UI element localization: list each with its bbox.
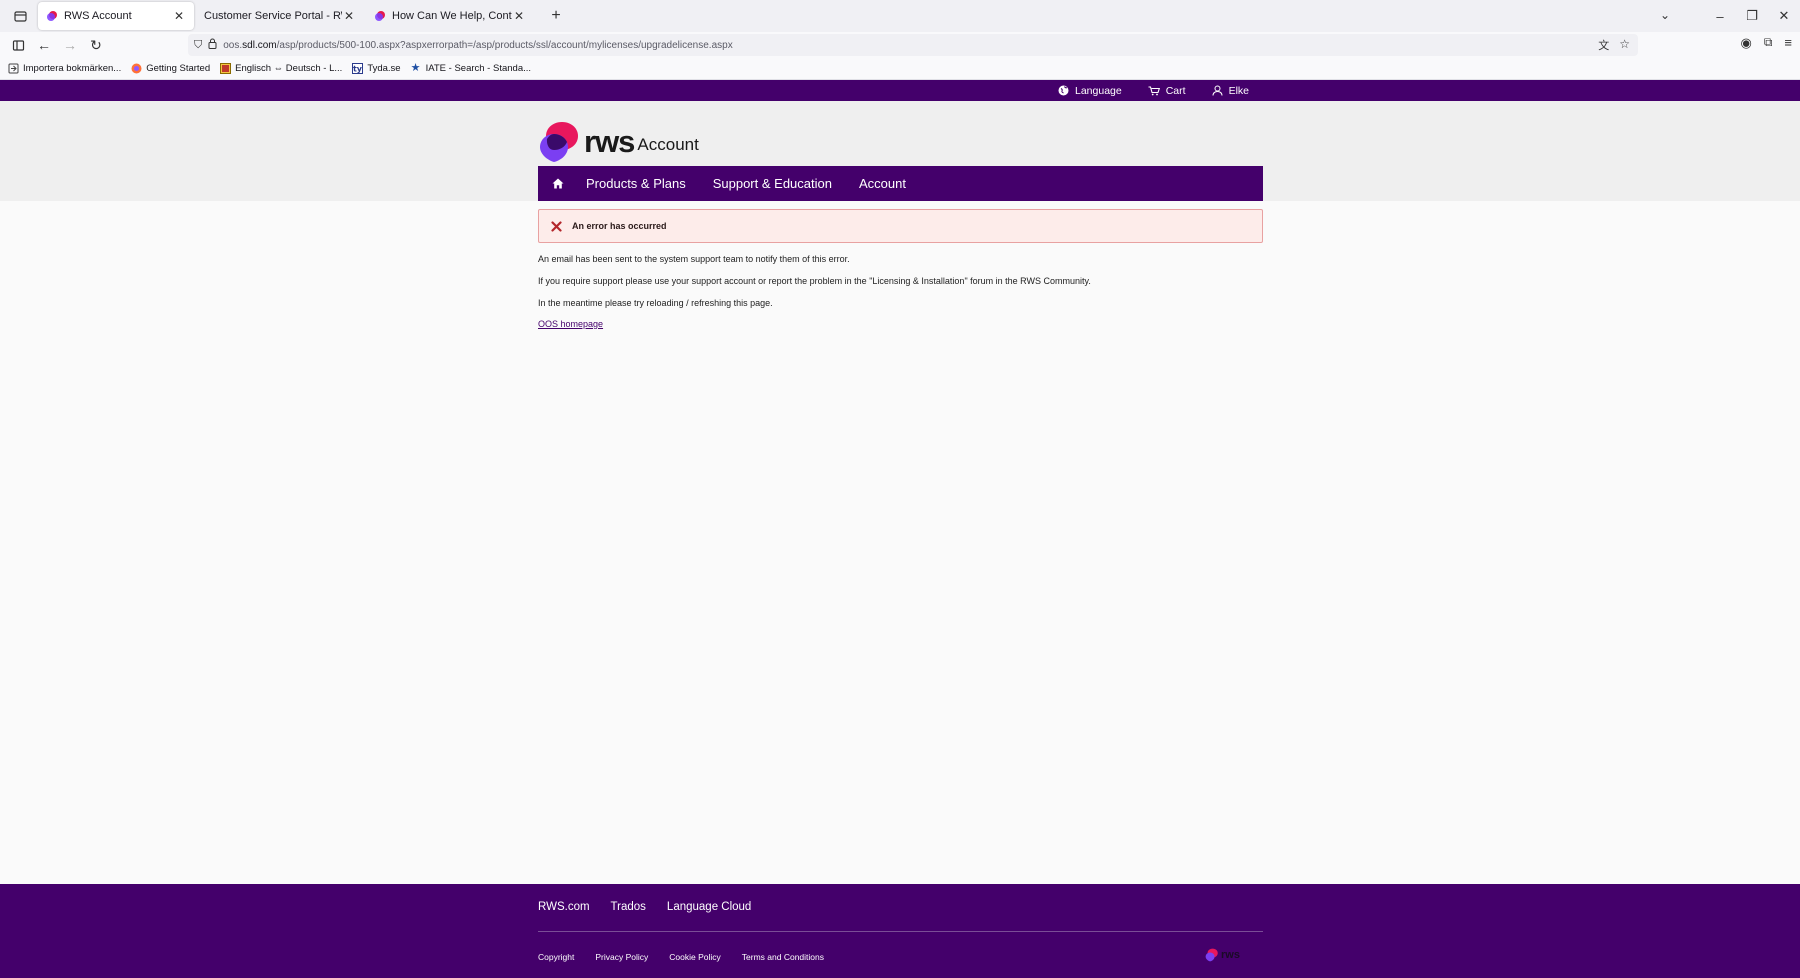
extensions-icon[interactable]: ⧉ — [1764, 35, 1773, 51]
bookmark-label: Importera bokmärken... — [23, 63, 122, 74]
star-icon: ★ — [410, 62, 421, 74]
rws-logo-icon — [1205, 948, 1218, 962]
rws-favicon-icon — [47, 11, 57, 21]
error-message-refresh: In the meantime please try reloading / r… — [538, 298, 773, 308]
main-navigation: Products & Plans Support & Education Acc… — [538, 166, 1263, 201]
sidebar-icon[interactable] — [5, 34, 31, 56]
minimize-icon[interactable]: – — [1704, 9, 1736, 24]
dictionary-icon — [220, 63, 232, 74]
tab-title: RWS Account — [64, 10, 132, 22]
cart-label: Cart — [1165, 84, 1186, 97]
browser-tab-bar: RWS Account ✕ Customer Service Portal - … — [0, 0, 1800, 32]
error-x-icon — [551, 220, 562, 232]
error-message-email: An email has been sent to the system sup… — [538, 254, 850, 264]
footer-link-language-cloud[interactable]: Language Cloud — [667, 901, 751, 913]
footer-link-privacy[interactable]: Privacy Policy — [595, 952, 648, 962]
bookmark-import[interactable]: Importera bokmärken... — [8, 63, 121, 74]
rws-account-logo[interactable]: rws Account — [538, 120, 699, 164]
bookmark-getting-started[interactable]: Getting Started — [131, 63, 210, 74]
user-name: Elke — [1228, 84, 1249, 97]
bookmark-label: IATE - Search - Standa... — [425, 63, 532, 74]
user-icon — [1212, 85, 1223, 96]
rws-favicon-icon — [375, 11, 385, 21]
logo-suffix: Account — [637, 135, 699, 154]
reload-icon[interactable]: ↻ — [83, 34, 109, 56]
error-message-support: If you require support please use your s… — [538, 276, 1091, 286]
url-bar[interactable]: ⛉ oos. sdl.com/asp/products/500-100.aspx?… — [188, 34, 1638, 56]
globe-icon — [1058, 85, 1069, 96]
error-title: An error has occurred — [572, 221, 667, 231]
close-window-icon[interactable]: ✕ — [1768, 8, 1800, 24]
url-prefix: oos. — [223, 39, 243, 51]
footer-link-cookie[interactable]: Cookie Policy — [669, 952, 721, 962]
bookmarks-bar: Importera bokmärken... Getting Started E… — [0, 58, 1800, 80]
lock-icon[interactable] — [208, 38, 217, 52]
tab-title: Customer Service Portal - RWS Cust — [204, 10, 342, 22]
cart-link[interactable]: Cart — [1148, 85, 1186, 97]
error-alert: An error has occurred — [538, 209, 1263, 243]
tyda-icon: ty — [352, 63, 364, 74]
import-icon — [8, 63, 19, 74]
tab-customer-service-portal[interactable]: Customer Service Portal - RWS Cust ✕ — [196, 2, 364, 30]
nav-item-support-education[interactable]: Support & Education — [713, 176, 832, 191]
rws-logo-icon — [540, 122, 578, 162]
translate-icon[interactable]: 文 — [1598, 37, 1609, 53]
close-tab-icon[interactable]: ✕ — [342, 9, 356, 23]
logo-wordmark: rws — [584, 124, 635, 159]
footer-link-terms[interactable]: Terms and Conditions — [742, 952, 824, 962]
oos-homepage-link[interactable]: OOS homepage — [538, 319, 603, 329]
footer-divider — [538, 931, 1263, 932]
language-link[interactable]: Language — [1058, 85, 1122, 97]
window-controls: – ❐ ✕ — [1704, 0, 1800, 32]
bookmark-label: Tyda.se — [367, 63, 401, 74]
menu-icon[interactable]: ≡ — [1784, 35, 1792, 51]
footer: RWS.com Trados Language Cloud Copyright … — [0, 884, 1800, 978]
cart-icon — [1148, 85, 1160, 95]
tab-title: How Can We Help, Contact Us — [392, 10, 512, 22]
bookmark-iate[interactable]: ★ IATE - Search - Standa... — [410, 62, 532, 75]
restore-icon[interactable]: ❐ — [1736, 8, 1768, 24]
close-tab-icon[interactable]: ✕ — [512, 9, 526, 23]
nav-item-account[interactable]: Account — [859, 176, 906, 191]
bookmark-label: Englisch ⇔ Deutsch - L... — [235, 63, 343, 74]
footer-link-trados[interactable]: Trados — [611, 901, 646, 913]
close-tab-icon[interactable]: ✕ — [172, 9, 186, 23]
footer-link-rws[interactable]: RWS.com — [538, 901, 590, 913]
url-host: sdl.com — [242, 39, 277, 51]
svg-text:ty: ty — [353, 65, 363, 74]
bookmark-dictionary[interactable]: Englisch ⇔ Deutsch - L... — [220, 63, 342, 74]
bookmark-star-icon[interactable]: ☆ — [1619, 37, 1630, 53]
home-icon[interactable] — [548, 178, 568, 189]
account-icon[interactable]: ◉ — [1740, 35, 1751, 51]
bookmark-label: Getting Started — [146, 63, 211, 74]
browser-toolbar: ← → ↻ ⛉ oos. sdl.com/asp/products/500-100… — [0, 32, 1800, 58]
new-tab-button[interactable]: + — [542, 2, 570, 30]
footer-link-copyright[interactable]: Copyright — [538, 952, 574, 962]
tab-rws-account[interactable]: RWS Account ✕ — [38, 2, 194, 30]
footer-rws-logo[interactable]: rws — [1205, 948, 1240, 962]
tab-list-icon[interactable] — [6, 2, 34, 30]
user-link[interactable]: Elke — [1212, 85, 1249, 97]
bookmark-tyda[interactable]: ty Tyda.se — [352, 63, 401, 74]
utility-bar: Language Cart Elke — [0, 80, 1800, 101]
firefox-icon — [131, 63, 142, 74]
shield-icon[interactable]: ⛉ — [194, 39, 202, 52]
url-path: /asp/products/500-100.aspx?aspxerrorpath… — [276, 39, 733, 51]
nav-item-products-plans[interactable]: Products & Plans — [586, 176, 686, 191]
language-label: Language — [1075, 84, 1122, 97]
chevron-down-icon[interactable]: ⌄ — [1660, 8, 1670, 22]
tab-contact-us[interactable]: How Can We Help, Contact Us ✕ — [366, 2, 534, 30]
footer-logo-wordmark: rws — [1221, 949, 1240, 961]
back-icon[interactable]: ← — [31, 34, 57, 56]
forward-icon[interactable]: → — [57, 34, 83, 56]
